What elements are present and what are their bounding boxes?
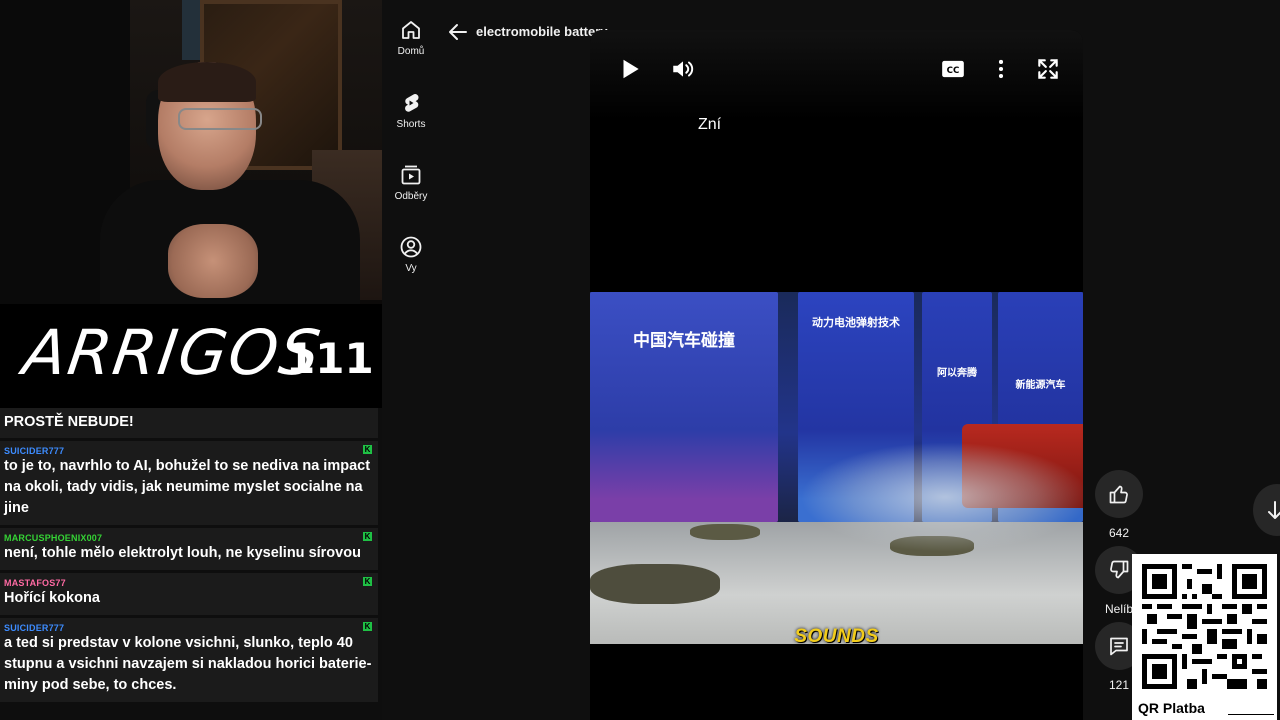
back-arrow-icon[interactable] bbox=[446, 20, 470, 44]
sandbag bbox=[690, 524, 760, 540]
nav-subscriptions-label: Odběry bbox=[394, 191, 428, 202]
nav-shorts-label: Shorts bbox=[396, 119, 426, 130]
shorts-player[interactable]: CC Zní 中国汽车碰撞 动力电池弹射技术 阿以奔腾 新能源汽车 SOUNDS bbox=[590, 30, 1083, 720]
kick-badge-icon: K bbox=[363, 622, 372, 631]
chat-message: SUICIDER777 to je to, navrhlo to AI, boh… bbox=[0, 441, 378, 525]
like-count: 642 bbox=[1108, 526, 1130, 540]
volume-icon[interactable] bbox=[670, 56, 696, 82]
streamer-hair bbox=[158, 62, 256, 102]
qr-payment-overlay: QR Platba bbox=[1132, 554, 1277, 720]
qr-code-icon bbox=[1142, 564, 1267, 689]
chat-message: MARCUSPHOENIX007 není, tohle mělo elektr… bbox=[0, 528, 378, 570]
chat-username[interactable]: MARCUSPHOENIX007 bbox=[4, 533, 374, 543]
video-frame: 中国汽车碰撞 动力电池弹射技术 阿以奔腾 新能源汽车 bbox=[590, 292, 1083, 644]
banner-text: 动力电池弹射技术 bbox=[812, 316, 900, 329]
qr-underline bbox=[1228, 714, 1274, 715]
svg-text:CC: CC bbox=[947, 66, 960, 76]
nav-home-label: Domů bbox=[397, 46, 425, 57]
qr-label: QR Platba bbox=[1138, 700, 1205, 716]
subscriptions-icon bbox=[401, 165, 421, 185]
kick-badge-icon: K bbox=[363, 445, 372, 454]
streamer-hands bbox=[168, 224, 258, 298]
nav-subscriptions[interactable]: Odběry bbox=[382, 163, 440, 202]
kick-badge-icon: K bbox=[363, 577, 372, 586]
nav-home[interactable]: Domů bbox=[382, 18, 440, 57]
chat-message: SUICIDER777 a ted si predstav v kolone v… bbox=[0, 618, 378, 702]
event-banner: 中国汽车碰撞 bbox=[590, 292, 778, 522]
battery-smoke bbox=[800, 442, 1083, 552]
fullscreen-icon[interactable] bbox=[1035, 56, 1061, 82]
next-short-button[interactable] bbox=[1253, 484, 1280, 536]
thumbs-up-icon bbox=[1109, 485, 1128, 504]
video-caption-text: Zní bbox=[698, 116, 722, 133]
more-options-icon[interactable] bbox=[988, 56, 1014, 82]
banner-text: 新能源汽车 bbox=[1015, 380, 1066, 391]
play-icon[interactable] bbox=[617, 56, 643, 82]
shorts-icon bbox=[405, 94, 419, 112]
video-subtitle: SOUNDS bbox=[794, 626, 879, 647]
comment-icon bbox=[1110, 637, 1128, 656]
chat-message-text: PROSTĚ NEBUDE! bbox=[4, 414, 134, 430]
closed-captions-icon[interactable]: CC bbox=[940, 56, 966, 82]
chat-message-text: to je to, navrhlo to AI, bohužel to se n… bbox=[4, 458, 371, 516]
chat-message-partial: PROSTĚ NEBUDE! bbox=[0, 408, 378, 438]
thumbs-down-icon bbox=[1110, 560, 1129, 579]
chat-message: MASTAFOS77 Hořící kokona K bbox=[0, 573, 378, 615]
banner-text: 中国汽车碰撞 bbox=[633, 331, 735, 351]
chat-message-text: Hořící kokona bbox=[4, 590, 100, 606]
sandbag bbox=[590, 564, 720, 604]
chat-username[interactable]: SUICIDER777 bbox=[4, 623, 374, 633]
stream-branding: ARRIGOS 111 bbox=[0, 304, 382, 408]
nav-you-label: Vy bbox=[405, 263, 417, 274]
like-button[interactable]: 642 bbox=[1095, 470, 1143, 540]
streamer-glasses bbox=[178, 108, 262, 130]
chat-username[interactable]: MASTAFOS77 bbox=[4, 578, 374, 588]
viewer-count: 111 bbox=[286, 334, 374, 383]
chat-username[interactable]: SUICIDER777 bbox=[4, 446, 374, 456]
banner-text: 阿以奔腾 bbox=[937, 368, 977, 379]
nav-you[interactable]: Vy bbox=[382, 235, 440, 274]
chat-message-text: není, tohle mělo elektrolyt louh, ne kys… bbox=[4, 545, 361, 561]
kick-badge-icon: K bbox=[363, 532, 372, 541]
chat-panel: PROSTĚ NEBUDE! SUICIDER777 to je to, nav… bbox=[0, 408, 382, 720]
webcam-feed bbox=[0, 0, 382, 304]
chat-message-text: a ted si predstav v kolone vsichni, slun… bbox=[4, 635, 372, 693]
nav-shorts[interactable]: Shorts bbox=[382, 91, 440, 130]
background-curtain bbox=[182, 0, 200, 60]
arrow-down-icon bbox=[1268, 501, 1280, 519]
you-icon bbox=[400, 236, 422, 258]
home-icon bbox=[402, 21, 420, 39]
brand-logo: ARRIGOS bbox=[18, 316, 327, 389]
